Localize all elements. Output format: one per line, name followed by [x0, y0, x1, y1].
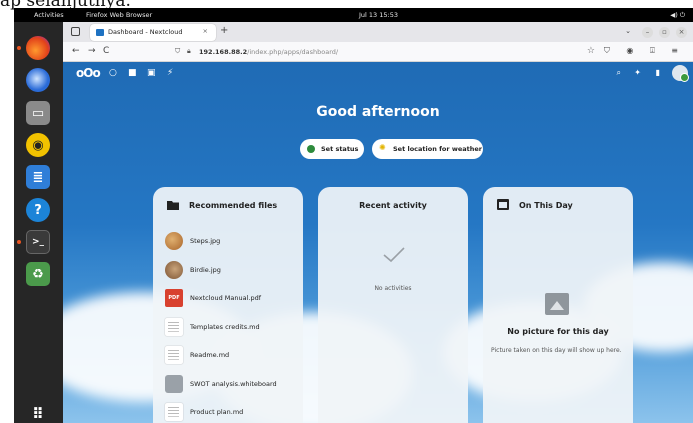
nextcloud-header: oOo ○ ■ ▣ ⚡ ⌕ ✦ ▮: [63, 62, 693, 86]
back-button[interactable]: ←: [72, 46, 80, 56]
image-placeholder-icon: [545, 293, 569, 315]
file-name: Product plan.md: [190, 408, 244, 416]
no-activities-text: No activities: [374, 285, 412, 292]
photos-app-icon[interactable]: ▣: [147, 68, 156, 78]
nextcloud-logo[interactable]: oOo: [76, 66, 101, 80]
contacts-icon[interactable]: ▮: [656, 68, 660, 77]
activities-button[interactable]: Activities: [34, 11, 64, 19]
window-controls: – ▫ ×: [636, 27, 687, 38]
checkmark-icon: [383, 247, 405, 263]
set-weather-label: Set location for weather: [393, 145, 482, 153]
lock-icon[interactable]: 🔒︎: [187, 47, 191, 56]
url-bar[interactable]: ⛉ 🔒︎ 192.168.88.2/index.php/apps/dashboa…: [175, 44, 595, 59]
notifications-icon[interactable]: ✦: [634, 68, 641, 77]
list-tabs-button[interactable]: ⌄: [625, 27, 631, 35]
recent-activity-title: Recent activity: [359, 201, 427, 210]
file-item[interactable]: Product plan.md: [165, 403, 305, 423]
file-thumbnail: PDF: [165, 289, 183, 307]
show-applications-icon[interactable]: ⠿: [26, 402, 50, 423]
set-status-label: Set status: [321, 145, 359, 153]
nextcloud-favicon-icon: [96, 29, 104, 36]
file-item[interactable]: SWOT analysis.whiteboard: [165, 374, 305, 397]
desktop-screen: Activities Firefox Web Browser Jul 13 15…: [14, 8, 693, 423]
firefox-window: Dashboard - Nextcloud × + ⌄ – ▫ × ← → C ⛉ …: [63, 22, 693, 423]
set-weather-location-button[interactable]: ✺ Set location for weather: [372, 139, 483, 159]
greeting-heading: Good afternoon: [316, 104, 440, 120]
navigation-bar: ← → C ⛉ 🔒︎ 192.168.88.2/index.php/apps/d…: [63, 42, 693, 62]
weather-sun-icon: ✺: [379, 143, 386, 152]
writer-icon[interactable]: ≣: [26, 165, 50, 189]
user-avatar[interactable]: [672, 65, 689, 82]
screenshot-root: ap selanjutnya. Activities Firefox Web B…: [0, 0, 693, 423]
url-host: 192.168.88.2: [199, 48, 248, 56]
system-tray[interactable]: ◀) ⏻: [670, 11, 685, 20]
file-thumbnail: [165, 374, 183, 393]
files-icon[interactable]: ▭: [26, 101, 50, 125]
recent-activity-widget: Recent activity No activities: [318, 187, 468, 423]
search-icon[interactable]: ⌕: [617, 68, 621, 78]
maximize-button[interactable]: ▫: [659, 27, 670, 38]
activity-app-icon[interactable]: ⚡: [167, 68, 173, 78]
url-text[interactable]: 192.168.88.2/index.php/apps/dashboard/: [199, 48, 338, 56]
file-name: Templates credits.md: [190, 322, 260, 331]
new-tab-button[interactable]: +: [220, 25, 228, 36]
running-indicator: [17, 240, 21, 244]
tab-title: Dashboard - Nextcloud: [108, 28, 183, 36]
dashboard-app-icon[interactable]: ○: [109, 68, 117, 78]
file-name: Nextcloud Manual.pdf: [190, 294, 262, 302]
file-name: Birdie.jpg: [190, 265, 221, 274]
dock: ▭ ◉ ≣ ? >_ ♻ ⠿: [14, 22, 63, 423]
no-picture-heading: No picture for this day: [507, 327, 609, 336]
file-thumbnail: [165, 232, 183, 250]
files-app-icon[interactable]: ■: [128, 68, 137, 78]
thunderbird-icon[interactable]: [26, 68, 50, 92]
system-top-bar: Activities Firefox Web Browser Jul 13 15…: [14, 8, 693, 22]
file-name: Steps.jpg: [190, 237, 221, 245]
file-item[interactable]: PDF Nextcloud Manual.pdf: [165, 289, 305, 311]
on-this-day-title: On This Day: [519, 201, 573, 210]
status-online-icon: [307, 145, 315, 153]
file-name: SWOT analysis.whiteboard: [190, 379, 277, 388]
file-name: Readme.md: [190, 351, 230, 359]
tab-bar: Dashboard - Nextcloud × + ⌄ – ▫ ×: [63, 22, 693, 42]
reload-button[interactable]: C: [103, 46, 109, 56]
file-thumbnail: [165, 403, 183, 421]
tracking-shield-icon[interactable]: ⛉: [175, 47, 180, 56]
nextcloud-dashboard: oOo ○ ■ ▣ ⚡ ⌕ ✦ ▮ Good afternoon Set sta…: [63, 62, 693, 423]
url-path: /index.php/apps/dashboard/: [247, 48, 339, 56]
no-picture-description: Picture taken on this day will show up h…: [491, 347, 622, 354]
close-window-button[interactable]: ×: [676, 27, 687, 38]
file-thumbnail: [165, 317, 183, 336]
recommended-files-widget: Recommended files Steps.jpg Birdie.jpg PDF…: [153, 187, 303, 423]
file-item[interactable]: Steps.jpg: [165, 232, 305, 254]
running-indicator: [17, 46, 21, 50]
rhythmbox-icon[interactable]: ◉: [26, 133, 50, 157]
folder-icon: [167, 201, 179, 210]
calendar-icon: [497, 199, 509, 210]
file-item[interactable]: Birdie.jpg: [165, 260, 305, 283]
tab-overview-icon[interactable]: [71, 27, 80, 36]
terminal-icon[interactable]: >_: [26, 230, 50, 254]
file-thumbnail: [165, 260, 183, 279]
bookmark-star-icon[interactable]: ☆: [587, 46, 595, 56]
file-item[interactable]: Readme.md: [165, 346, 305, 368]
firefox-icon[interactable]: [26, 36, 50, 60]
minimize-button[interactable]: –: [642, 27, 653, 38]
help-icon[interactable]: ?: [26, 198, 50, 222]
forward-button[interactable]: →: [88, 46, 96, 56]
on-this-day-widget: On This Day No picture for this day Pict…: [483, 187, 633, 423]
tab-close-icon[interactable]: ×: [203, 27, 208, 35]
trash-icon[interactable]: ♻: [26, 262, 50, 286]
clock[interactable]: Jul 13 15:53: [359, 11, 398, 19]
set-status-button[interactable]: Set status: [300, 139, 364, 159]
tab-dashboard[interactable]: Dashboard - Nextcloud ×: [90, 24, 216, 41]
file-thumbnail: [165, 346, 183, 364]
recommended-files-title: Recommended files: [189, 201, 278, 210]
focused-app-name[interactable]: Firefox Web Browser: [86, 11, 152, 19]
file-item[interactable]: Templates credits.md: [165, 317, 305, 340]
toolbar-icons[interactable]: ⛉ ◉ ⍗ ≡: [604, 46, 685, 56]
